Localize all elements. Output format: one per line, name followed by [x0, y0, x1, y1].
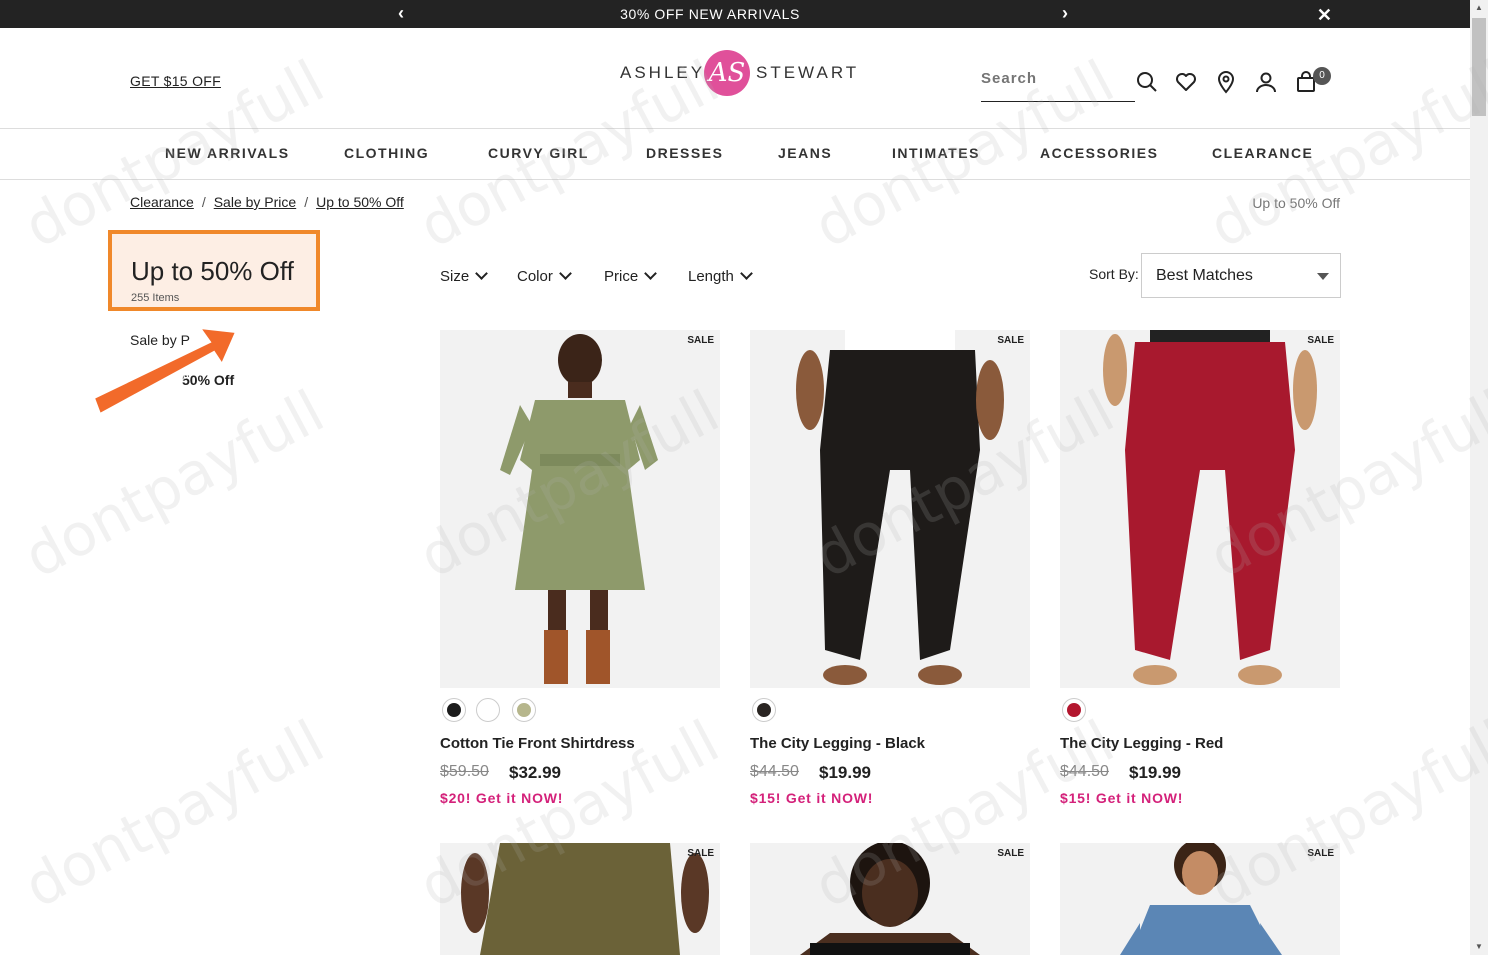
item-count: 255 Items: [131, 292, 180, 304]
product-image[interactable]: SALE: [1060, 843, 1340, 955]
sort-value: Best Matches: [1156, 267, 1253, 284]
sale-badge: SALE: [997, 848, 1024, 859]
swatch-red[interactable]: [1062, 698, 1086, 722]
original-price: $44.50: [1060, 763, 1109, 780]
watermark-text: dontpayfull: [13, 707, 335, 921]
swatch-fill: [757, 703, 771, 717]
promo-text: $20! Get it NOW!: [440, 790, 564, 806]
sort-select[interactable]: Best Matches: [1141, 253, 1341, 298]
cart-count-badge: 0: [1313, 67, 1331, 85]
nav-intimates[interactable]: INTIMATES: [892, 145, 980, 161]
sale-price: $19.99: [1129, 763, 1181, 782]
filter-size-label: Size: [440, 268, 470, 285]
chevron-down-icon: [740, 267, 753, 280]
category-title: Up to 50% Off: [131, 256, 294, 286]
product-image[interactable]: SALE: [750, 843, 1030, 955]
scroll-down-icon[interactable]: ▼: [1470, 939, 1488, 955]
sale-badge: SALE: [687, 335, 714, 346]
filter-price-label: Price: [604, 268, 639, 285]
chevron-down-icon: [558, 267, 572, 280]
logo-mark: AS: [704, 50, 750, 96]
nav-jeans[interactable]: JEANS: [778, 145, 832, 161]
dontpayfull-ribbon: dontpayfull: [92, 326, 238, 416]
promo-next-arrow-icon[interactable]: ›: [1062, 3, 1068, 23]
search-icon[interactable]: [1135, 70, 1159, 94]
filter-length[interactable]: Length: [688, 267, 753, 285]
swatch-black[interactable]: [752, 698, 776, 722]
sale-price: $32.99: [509, 763, 561, 782]
product-image[interactable]: SALE: [440, 330, 720, 688]
get-15-off-link[interactable]: GET $15 OFF: [130, 73, 221, 89]
original-price: $44.50: [750, 763, 799, 780]
filter-color-label: Color: [517, 268, 553, 285]
filter-length-label: Length: [688, 268, 734, 285]
dropdown-triangle-icon: [1317, 273, 1329, 280]
search-box[interactable]: [981, 70, 1135, 102]
scrollbar-thumb[interactable]: [1472, 18, 1486, 116]
nav-curvy-girl[interactable]: CURVY GIRL: [488, 145, 589, 161]
breadcrumb: Clearance / Sale by Price / Up to 50% Off: [130, 194, 404, 210]
sale-price: $19.99: [819, 763, 871, 782]
product-name[interactable]: Cotton Tie Front Shirtdress: [440, 735, 635, 752]
filter-size[interactable]: Size: [440, 267, 489, 285]
nav-accessories[interactable]: ACCESSORIES: [1040, 145, 1158, 161]
sale-badge: SALE: [1307, 335, 1334, 346]
product-image[interactable]: SALE: [440, 843, 720, 955]
swatch-white[interactable]: [476, 698, 500, 722]
swatch-fill: [481, 703, 495, 717]
promo-bar: ‹ 30% OFF NEW ARRIVALS › ✕: [0, 0, 1470, 28]
page-scrollbar[interactable]: ▲ ▼: [1470, 0, 1488, 955]
sale-badge: SALE: [1307, 848, 1334, 859]
promo-close-icon[interactable]: ✕: [1317, 5, 1332, 25]
swatch-sage[interactable]: [512, 698, 536, 722]
product-image[interactable]: SALE: [750, 330, 1030, 688]
scroll-up-icon[interactable]: ▲: [1470, 0, 1488, 16]
sale-badge: SALE: [997, 335, 1024, 346]
search-input[interactable]: [981, 70, 1121, 87]
chevron-down-icon: [644, 267, 658, 280]
main-nav: NEW ARRIVALS CLOTHING CURVY GIRL DRESSES…: [0, 128, 1470, 180]
account-icon[interactable]: [1254, 70, 1278, 94]
product-name[interactable]: The City Legging - Black: [750, 735, 925, 752]
logo-text-right: STEWART: [756, 63, 860, 82]
wishlist-heart-icon[interactable]: [1174, 70, 1198, 94]
promo-text: $15! Get it NOW!: [750, 790, 874, 806]
breadcrumb-clearance[interactable]: Clearance: [130, 194, 194, 210]
promo-message[interactable]: 30% OFF NEW ARRIVALS: [0, 6, 1420, 22]
nav-clearance[interactable]: CLEARANCE: [1212, 145, 1313, 161]
chevron-down-icon: [475, 267, 489, 280]
nav-new-arrivals[interactable]: NEW ARRIVALS: [165, 145, 290, 161]
page-heading-right: Up to 50% Off: [1252, 195, 1340, 211]
breadcrumb-sale-by-price[interactable]: Sale by Price: [214, 194, 296, 210]
sale-badge: SALE: [687, 848, 714, 859]
nav-dresses[interactable]: DRESSES: [646, 145, 723, 161]
logo-text-left: ASHLEY: [620, 63, 706, 82]
site-logo[interactable]: ASHLEY AS STEWART: [620, 48, 860, 100]
swatch-black[interactable]: [442, 698, 466, 722]
sort-label: Sort By:: [1089, 266, 1139, 282]
promo-text: $15! Get it NOW!: [1060, 790, 1184, 806]
store-locator-icon[interactable]: [1214, 70, 1238, 94]
breadcrumb-separator: /: [201, 194, 206, 210]
product-image[interactable]: SALE: [1060, 330, 1340, 688]
swatch-fill: [1067, 703, 1081, 717]
nav-clothing[interactable]: CLOTHING: [344, 145, 429, 161]
filter-color[interactable]: Color: [517, 267, 572, 285]
swatch-fill: [447, 703, 461, 717]
category-title-box: Up to 50% Off 255 Items: [108, 230, 320, 311]
swatch-fill: [517, 703, 531, 717]
original-price: $59.50: [440, 763, 489, 780]
product-name[interactable]: The City Legging - Red: [1060, 735, 1223, 752]
filter-price[interactable]: Price: [604, 267, 658, 285]
breadcrumb-separator: /: [304, 194, 309, 210]
breadcrumb-up-to-50-off[interactable]: Up to 50% Off: [316, 194, 404, 210]
